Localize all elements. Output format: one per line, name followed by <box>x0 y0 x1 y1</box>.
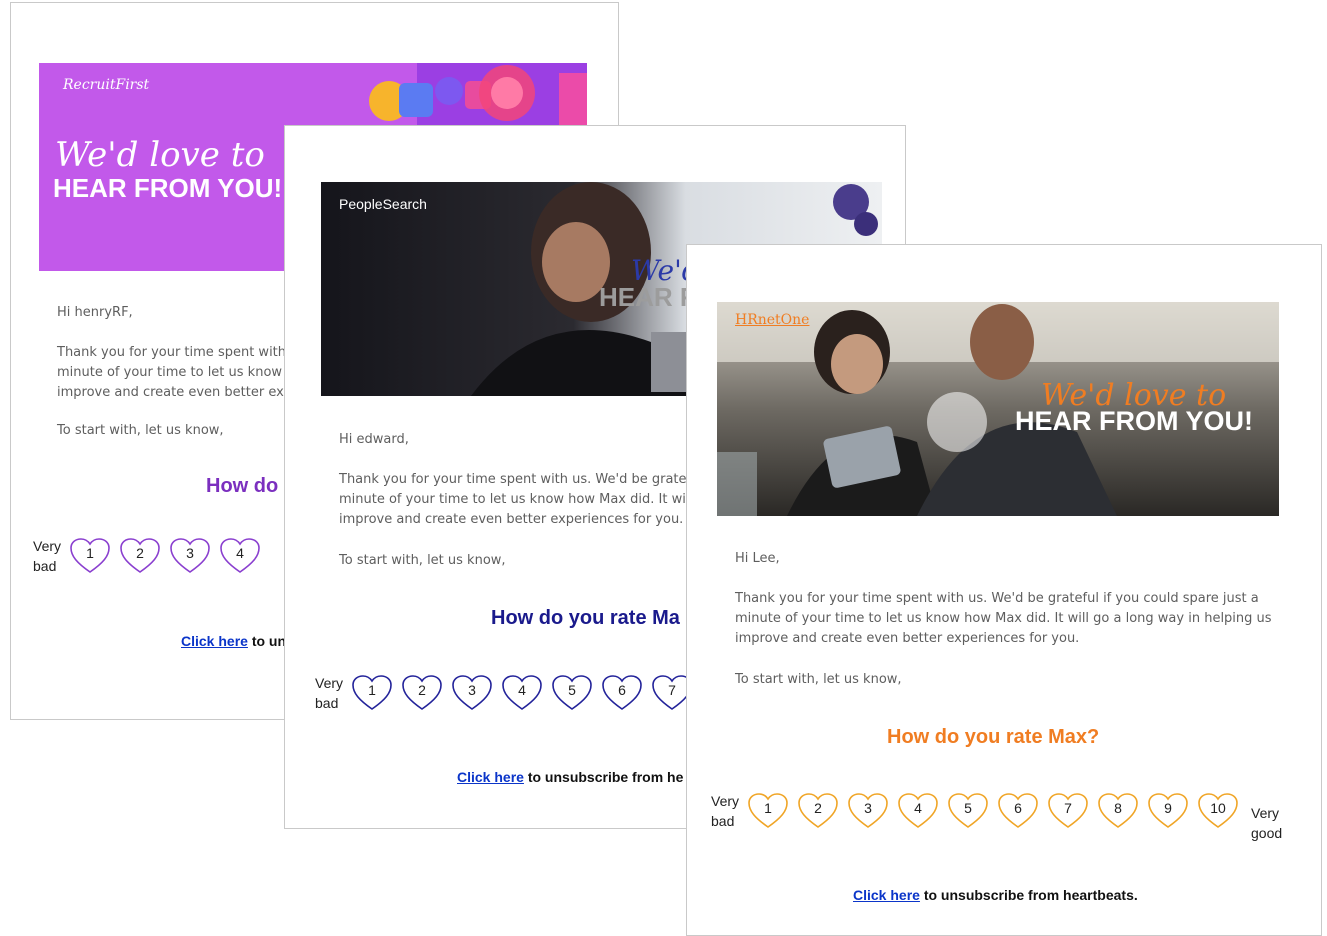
body-line: Thank you for your time spent with u <box>57 345 299 360</box>
brand-logo-recruitfirst: RecruitFirst <box>63 77 150 93</box>
rating-heart-2[interactable]: 2 <box>797 792 839 830</box>
rating-number: 1 <box>86 545 94 561</box>
rating-question: How do you rate Ma <box>491 607 680 629</box>
brand-logo-hrnetone: HRnetOne <box>735 312 810 328</box>
rating-heart-2[interactable]: 2 <box>401 674 443 712</box>
rating-heart-4[interactable]: 4 <box>897 792 939 830</box>
scale-label-line: Very <box>711 793 740 809</box>
rating-number: 10 <box>1210 800 1226 816</box>
rating-number: 4 <box>914 800 922 816</box>
unsubscribe-link[interactable]: Click here <box>181 633 248 649</box>
scale-label-line: bad <box>315 695 339 711</box>
banner-hrnetone: HRnetOne We'd love to HEAR FROM YOU! <box>717 302 1279 516</box>
banner-headline-script: We'd love to <box>55 135 265 175</box>
unsubscribe-text: to un <box>247 633 287 649</box>
prompt-text: To start with, let us know, <box>339 553 506 568</box>
rating-heart-6[interactable]: 6 <box>997 792 1039 830</box>
greeting: Hi henryRF, <box>57 305 133 320</box>
rating-scale: Very bad 1 2 3 4 <box>33 536 269 576</box>
rating-number: 1 <box>764 800 772 816</box>
body-line: minute of your time to let us know how M… <box>339 492 694 507</box>
body-line: minute of your time to let us know how M… <box>735 611 1272 626</box>
rating-heart-1[interactable]: 1 <box>69 537 111 575</box>
rating-number: 6 <box>618 682 626 698</box>
rating-heart-1[interactable]: 1 <box>351 674 393 712</box>
body-line: Thank you for your time spent with us. W… <box>339 472 700 487</box>
unsubscribe-line: Click here to unsubscribe from he <box>457 769 683 785</box>
body-line: improve and create even better experienc… <box>339 512 684 527</box>
rating-number: 4 <box>518 682 526 698</box>
rating-scale: Very bad 1234567 <box>315 673 701 713</box>
rating-heart-7[interactable]: 7 <box>1047 792 1089 830</box>
body-text: Thank you for your time spent with u min… <box>57 343 300 403</box>
rating-question: How do <box>206 475 279 497</box>
rating-heart-1[interactable]: 1 <box>747 792 789 830</box>
rating-number: 3 <box>864 800 872 816</box>
greeting: Hi Lee, <box>735 551 780 566</box>
prompt-text: To start with, let us know, <box>735 672 902 687</box>
scale-label-low: Very bad <box>711 791 739 831</box>
scale-label-low: Very bad <box>33 536 61 576</box>
scale-label-line: bad <box>33 558 57 574</box>
unsubscribe-text: to unsubscribe from he <box>523 769 684 785</box>
rating-number: 9 <box>1164 800 1172 816</box>
rating-heart-3[interactable]: 3 <box>847 792 889 830</box>
scale-label-low: Very bad <box>315 673 343 713</box>
unsubscribe-link[interactable]: Click here <box>457 769 524 785</box>
rating-heart-6[interactable]: 6 <box>601 674 643 712</box>
greeting: Hi edward, <box>339 432 409 447</box>
rating-number: 5 <box>964 800 972 816</box>
unsubscribe-line: Click here to un <box>181 633 286 649</box>
rating-number: 5 <box>568 682 576 698</box>
rating-heart-4[interactable]: 4 <box>219 537 261 575</box>
banner-headline-block: HEAR F <box>599 282 696 312</box>
rating-number: 4 <box>236 545 244 561</box>
rating-scale: Very bad 1 2 3 4 5 6 7 8 9 10 <box>711 791 1247 831</box>
email-card-hrnetone: HRnetOne We'd love to HEAR FROM YOU! Hi … <box>686 244 1322 936</box>
scale-label-line: Very <box>1251 805 1280 821</box>
rating-heart-5[interactable]: 5 <box>551 674 593 712</box>
scale-label-line: bad <box>711 813 735 829</box>
rating-number: 2 <box>814 800 822 816</box>
body-line: Thank you for your time spent with us. W… <box>735 591 1259 606</box>
rating-heart-3[interactable]: 3 <box>169 537 211 575</box>
scale-label-line: Very <box>315 675 344 691</box>
rating-heart-10[interactable]: 10 <box>1197 792 1239 830</box>
rating-number: 1 <box>368 682 376 698</box>
rating-number: 3 <box>468 682 476 698</box>
rating-number: 6 <box>1014 800 1022 816</box>
body-text: Thank you for your time spent with us. W… <box>735 589 1272 649</box>
scale-label-high: Very good <box>1251 803 1282 843</box>
unsubscribe-link[interactable]: Click here <box>853 887 920 903</box>
banner-headline-block: HEAR FROM YOU! <box>1015 406 1254 436</box>
body-text: Thank you for your time spent with us. W… <box>339 470 699 530</box>
scale-label-line: Very <box>33 538 62 554</box>
rating-number: 2 <box>136 545 144 561</box>
body-line: improve and create even better expe <box>57 385 301 400</box>
rating-number: 7 <box>1064 800 1072 816</box>
unsubscribe-text: to unsubscribe from heartbeats. <box>919 887 1138 903</box>
rating-number: 8 <box>1114 800 1122 816</box>
rating-heart-3[interactable]: 3 <box>451 674 493 712</box>
rating-heart-2[interactable]: 2 <box>119 537 161 575</box>
rating-heart-9[interactable]: 9 <box>1147 792 1189 830</box>
rating-heart-4[interactable]: 4 <box>501 674 543 712</box>
prompt-text: To start with, let us know, <box>57 423 224 438</box>
brand-logo-peoplesearch: PeopleSearch <box>339 196 427 212</box>
rating-question: How do you rate Max? <box>887 726 1100 748</box>
body-line: minute of your time to let us know h <box>57 365 295 380</box>
unsubscribe-line: Click here to unsubscribe from heartbeat… <box>853 887 1138 903</box>
rating-heart-5[interactable]: 5 <box>947 792 989 830</box>
rating-number: 2 <box>418 682 426 698</box>
body-line: improve and create even better experienc… <box>735 631 1080 646</box>
banner-headline-block: HEAR FROM YOU! <box>53 173 283 203</box>
scale-label-line: good <box>1251 825 1283 841</box>
rating-heart-8[interactable]: 8 <box>1097 792 1139 830</box>
rating-number: 3 <box>186 545 194 561</box>
